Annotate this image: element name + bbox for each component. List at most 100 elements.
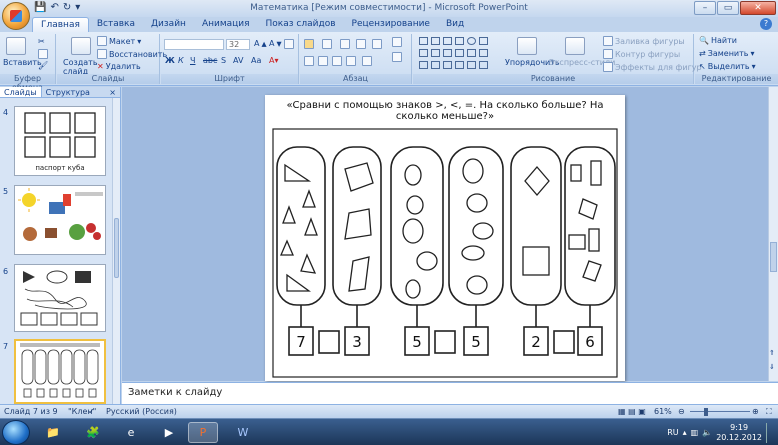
font-shrink-icon[interactable]: A ▼ (269, 39, 282, 48)
minimize-button[interactable]: – (694, 1, 716, 15)
zoom-out-icon[interactable]: ⊖ (678, 407, 685, 416)
editor-scroll-thumb[interactable] (770, 242, 777, 272)
shape-outline-button[interactable]: Контур фигуры (603, 49, 680, 59)
number-5: 2 (531, 333, 541, 351)
explorer-taskbar-icon[interactable]: 📁 (38, 422, 68, 443)
volume-icon[interactable]: 🔈 (702, 428, 712, 437)
slide-thumbnail-4[interactable]: паспорт куба (14, 106, 106, 176)
zoom-slider-thumb[interactable] (704, 408, 708, 416)
replace-button[interactable]: ⇄ Заменить ▾ (699, 49, 755, 58)
new-slide-icon[interactable] (71, 37, 91, 55)
slides-panel-scrollbar[interactable] (112, 98, 120, 404)
next-slide-icon[interactable]: ⇓ (769, 363, 775, 371)
align-right-icon[interactable] (332, 56, 342, 66)
shape-fill-button[interactable]: Заливка фигуры (603, 36, 685, 46)
show-desktop-button[interactable] (766, 422, 774, 443)
word-taskbar-icon[interactable]: W (228, 422, 258, 443)
network-icon[interactable]: ▥ (691, 428, 699, 437)
align-center-icon[interactable] (318, 56, 328, 66)
bullets-icon[interactable] (304, 39, 314, 49)
slide-thumbnail-5[interactable] (14, 185, 106, 255)
find-button[interactable]: 🔍 Найти (699, 36, 737, 45)
scroll-thumb[interactable] (114, 218, 119, 278)
paragraph-group-label: Абзац (300, 74, 411, 84)
app-taskbar-icon[interactable]: 🧩 (78, 422, 108, 443)
shapes-gallery[interactable] (419, 37, 489, 45)
copy-icon[interactable] (38, 49, 48, 59)
tab-outline[interactable]: Структура (42, 87, 94, 97)
fit-slide-icon[interactable]: ⛶ (766, 407, 772, 417)
media-taskbar-icon[interactable]: ▶ (154, 422, 184, 443)
reset-button[interactable]: Восстановить (97, 49, 167, 59)
help-icon[interactable]: ? (760, 18, 772, 30)
bold-icon[interactable]: Ж (165, 56, 175, 65)
editor-scrollbar[interactable]: ⇑ ⇓ (768, 87, 778, 381)
tab-review[interactable]: Рецензирование (344, 17, 438, 32)
tray-arrow-icon[interactable]: ▴ (683, 428, 687, 437)
clock[interactable]: 9:19 20.12.2012 (716, 423, 762, 443)
ribbon: Вставить ✂ 🖌 Буфер обмена Создать слайд … (0, 32, 778, 92)
columns-icon[interactable] (362, 56, 372, 66)
zoom-level[interactable]: 61% (654, 407, 672, 416)
justify-icon[interactable] (346, 56, 356, 66)
powerpoint-taskbar-icon[interactable]: P (188, 422, 218, 443)
language-indicator[interactable]: Русский (Россия) (106, 407, 177, 416)
select-button[interactable]: ↖ Выделить ▾ (699, 62, 756, 71)
tab-insert[interactable]: Вставка (89, 17, 143, 32)
tab-view[interactable]: Вид (438, 17, 472, 32)
shapes-gallery-row3[interactable] (419, 61, 489, 69)
current-slide[interactable]: «Сравни с помощью знаков >, <, =. На ско… (265, 95, 625, 381)
tab-animation[interactable]: Анимация (194, 17, 258, 32)
maximize-button[interactable]: ▭ (717, 1, 739, 15)
tab-slideshow[interactable]: Показ слайдов (258, 17, 344, 32)
shapes-group-5 (522, 166, 550, 276)
paste-icon[interactable] (6, 37, 26, 55)
decrease-indent-icon[interactable] (340, 39, 350, 49)
notes-pane[interactable]: Заметки к слайду (122, 382, 778, 404)
zoom-slider[interactable] (690, 411, 750, 412)
shadow-icon[interactable]: S (221, 56, 226, 65)
case-icon[interactable]: Aa (251, 56, 261, 65)
delete-slide-button[interactable]: ✕ Удалить (97, 62, 141, 71)
paste-button[interactable]: Вставить (3, 58, 42, 67)
office-button[interactable] (2, 2, 30, 30)
layout-button[interactable]: Макет ▾ (97, 36, 141, 46)
start-button[interactable] (2, 420, 30, 445)
prev-slide-icon[interactable]: ⇑ (769, 349, 775, 357)
tab-slides[interactable]: Слайды (0, 87, 42, 97)
font-color-icon[interactable]: A▾ (269, 56, 279, 65)
font-grow-icon[interactable]: A ▲ (254, 39, 267, 48)
binoculars-icon: 🔍 (699, 36, 709, 45)
tab-home[interactable]: Главная (32, 17, 89, 32)
slide-thumbnail-7[interactable] (14, 339, 106, 404)
font-name-combo[interactable] (164, 39, 224, 50)
view-buttons[interactable]: ▦ ▤ ▣ (618, 407, 646, 416)
panel-close-icon[interactable]: × (109, 87, 120, 97)
quick-styles-icon[interactable] (565, 37, 585, 55)
slide-thumbnail-6[interactable] (14, 264, 106, 332)
text-direction-icon[interactable] (392, 37, 402, 47)
numbering-icon[interactable] (322, 39, 332, 49)
increase-indent-icon[interactable] (356, 39, 366, 49)
arrange-icon[interactable] (517, 37, 537, 55)
keyboard-language[interactable]: RU (667, 428, 678, 437)
align-left-icon[interactable] (304, 56, 314, 66)
underline-icon[interactable]: Ч (190, 56, 195, 65)
ie-taskbar-icon[interactable]: e (116, 422, 146, 443)
format-painter-icon[interactable]: 🖌 (38, 61, 48, 70)
shapes-gallery-row2[interactable] (419, 49, 489, 57)
spellcheck-icon[interactable]: ✓ (88, 407, 95, 416)
zoom-in-icon[interactable]: ⊕ (752, 407, 759, 416)
cut-icon[interactable]: ✂ (38, 37, 45, 46)
spacing-icon[interactable]: AV (233, 56, 243, 65)
shape-effects-button[interactable]: Эффекты для фигур (603, 62, 702, 72)
tab-design[interactable]: Дизайн (143, 17, 194, 32)
italic-icon[interactable]: К (178, 56, 184, 65)
slide-number: 5 (3, 187, 9, 196)
clear-format-icon[interactable] (284, 39, 294, 49)
close-button[interactable]: ✕ (740, 1, 776, 15)
align-text-icon[interactable] (392, 52, 402, 62)
font-size-combo[interactable]: 32 (226, 39, 250, 50)
line-spacing-icon[interactable] (372, 39, 382, 49)
strikethrough-icon[interactable]: abc (203, 56, 217, 65)
